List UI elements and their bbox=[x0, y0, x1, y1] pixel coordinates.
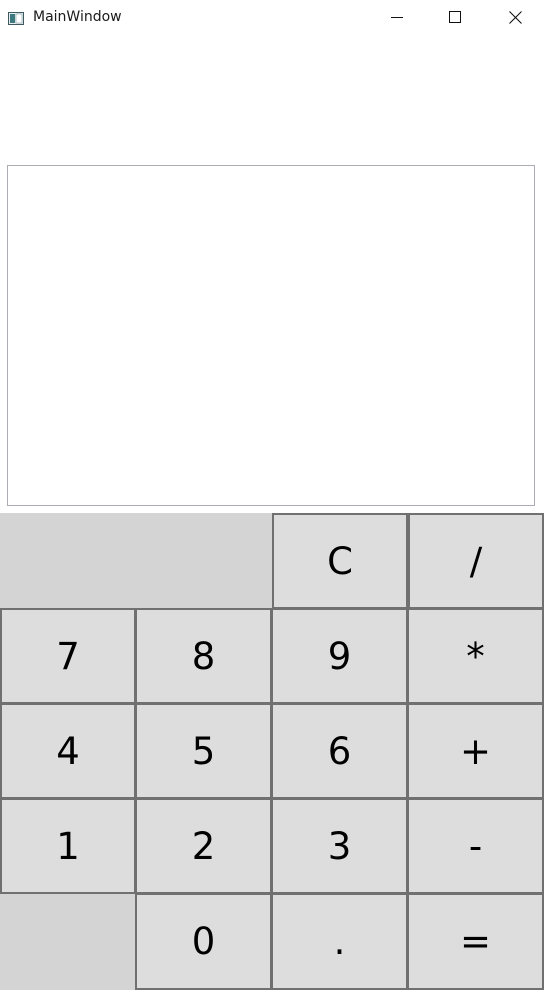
decimal-button[interactable]: . bbox=[271, 893, 408, 990]
digit-3-button[interactable]: 3 bbox=[271, 798, 408, 894]
digit-2-button[interactable]: 2 bbox=[135, 798, 272, 894]
digit-6-button[interactable]: 6 bbox=[271, 703, 408, 799]
digit-8-button[interactable]: 8 bbox=[135, 608, 272, 704]
plus-button[interactable]: + bbox=[407, 703, 544, 799]
minimize-button[interactable] bbox=[368, 0, 426, 34]
display-field[interactable] bbox=[7, 165, 535, 506]
equals-button[interactable]: = bbox=[407, 893, 544, 990]
digit-4-button[interactable]: 4 bbox=[0, 703, 136, 799]
maximize-button[interactable] bbox=[426, 0, 484, 34]
close-button[interactable] bbox=[486, 0, 544, 34]
title-bar[interactable]: MainWindow bbox=[0, 0, 544, 34]
multiply-button[interactable]: * bbox=[407, 608, 544, 704]
window-title: MainWindow bbox=[33, 9, 122, 25]
main-window: MainWindow C / 7 8 9 * 4 5 6 + 1 2 3 - 0… bbox=[0, 0, 544, 990]
digit-9-button[interactable]: 9 bbox=[271, 608, 408, 704]
digit-0-button[interactable]: 0 bbox=[135, 893, 272, 990]
maximize-icon bbox=[449, 11, 461, 23]
keypad-blank-bottom bbox=[0, 894, 136, 990]
clear-button[interactable]: C bbox=[272, 513, 408, 609]
minimize-icon bbox=[391, 11, 403, 23]
app-window-icon bbox=[8, 10, 24, 25]
divide-button[interactable]: / bbox=[408, 513, 544, 609]
digit-1-button[interactable]: 1 bbox=[0, 798, 136, 894]
minus-button[interactable]: - bbox=[407, 798, 544, 894]
digit-7-button[interactable]: 7 bbox=[0, 608, 136, 704]
keypad-blank-top bbox=[0, 513, 272, 608]
close-icon bbox=[508, 10, 522, 24]
digit-5-button[interactable]: 5 bbox=[135, 703, 272, 799]
